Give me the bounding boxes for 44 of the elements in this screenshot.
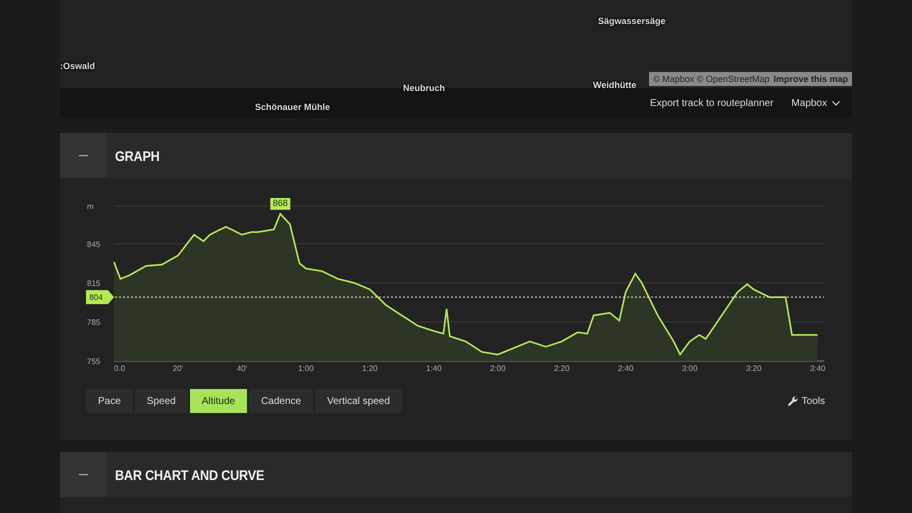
map-place-label: Neubruch: [403, 83, 446, 93]
map-style-dropdown[interactable]: Mapbox: [791, 98, 840, 108]
x-tick-label: 2:00: [490, 364, 506, 373]
map-place-label: Schönauer Mühle: [255, 102, 330, 112]
x-tick-label: 1:00: [298, 364, 314, 373]
x-tick-label: 3:00: [682, 364, 698, 373]
ref-line-label: 804: [89, 293, 104, 302]
y-axis-unit: m: [87, 202, 94, 211]
x-tick-label: 1:40: [426, 364, 442, 373]
map-place-label: :Oswald: [60, 61, 96, 71]
x-tick-label: 2:20: [554, 364, 570, 373]
graph-tab[interactable]: Altitude: [190, 389, 248, 413]
y-tick-label: 785: [87, 318, 100, 327]
chevron-down-icon: [832, 100, 840, 106]
minus-icon: [78, 154, 88, 156]
collapse-button[interactable]: [60, 133, 106, 178]
average-marker: 804: [86, 290, 114, 304]
export-link[interactable]: Export track to routeplanner: [650, 98, 774, 108]
tools-button[interactable]: Tools: [788, 396, 825, 406]
x-tick-label: 2:40: [618, 364, 634, 373]
map-place-label: Sägwassersäge: [598, 16, 666, 26]
y-tick-label: 755: [87, 357, 100, 366]
collapse-button[interactable]: [60, 452, 106, 497]
x-tick-label: 1:20: [362, 364, 378, 373]
annotation: 868: [272, 198, 288, 208]
x-tick-label: 3:40: [810, 364, 826, 373]
x-tick-label: 20': [172, 364, 184, 373]
x-tick-label: 40': [236, 364, 248, 373]
y-tick-label: 815: [87, 278, 100, 288]
x-tick-label: 0.0: [114, 364, 126, 373]
improve-map-link[interactable]: Improve this map: [773, 74, 848, 84]
x-tick-label: 3:20: [746, 364, 762, 373]
panel-title: GRAPH: [115, 148, 160, 164]
graph-tab[interactable]: Speed: [134, 389, 188, 413]
panel-title: BAR CHART AND CURVE: [115, 466, 264, 482]
graph-tab[interactable]: Cadence: [249, 389, 314, 413]
graph-tab[interactable]: Pace: [86, 389, 133, 413]
wrench-icon: [788, 396, 798, 406]
attribution-text: © Mapbox © OpenStreetMap: [653, 74, 770, 84]
minus-icon: [78, 474, 88, 476]
graph-tab[interactable]: Vertical speed: [315, 389, 402, 413]
y-tick-label: 845: [87, 240, 100, 249]
peak-label: 868: [270, 198, 290, 210]
map-place-label: Weidhütte: [593, 80, 636, 90]
